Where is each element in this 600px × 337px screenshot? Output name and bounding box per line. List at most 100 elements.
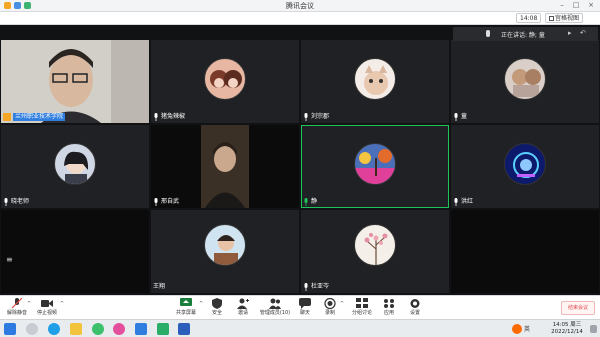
word-icon[interactable] [178, 323, 190, 335]
camera-feed [1, 40, 149, 123]
avatar [504, 143, 546, 185]
end-meeting-button[interactable]: 结束会议 [561, 301, 595, 315]
video-tile[interactable]: 晓老师 [1, 125, 149, 208]
participant-name-bar: 童 [453, 112, 467, 121]
meeting-controls: 解除静音 ^ 停止视频 ^ 共享屏幕 ^ 安全 邀请 管理成员(10) 聊天 录… [0, 295, 600, 319]
microphone-icon [154, 112, 158, 121]
microphone-icon [304, 112, 308, 121]
participant-name-bar: 洪红 [453, 197, 473, 206]
record-icon [324, 298, 336, 309]
participant-name-bar: 兰州职业技术学院 [3, 112, 66, 121]
title-bar: 腾讯会议 – □ × [0, 0, 600, 12]
video-tile[interactable]: 王翔 [151, 210, 299, 293]
meeting-duration: 14:08 [516, 13, 542, 23]
window-title: 腾讯会议 [286, 2, 314, 10]
participant-name: 猪兔辣椒 [161, 112, 186, 120]
video-tile[interactable]: 猪兔辣椒 [151, 40, 299, 123]
avatar [204, 58, 246, 100]
participant-name-bar: 邢自武 [153, 197, 179, 206]
microphone-icon [154, 197, 158, 206]
collapse-icon[interactable]: ▸ [568, 29, 572, 37]
participant-name-bar: 王翔 [153, 282, 165, 291]
wechat-icon[interactable] [157, 323, 169, 335]
menu-icon[interactable]: ≡ [6, 255, 13, 264]
invite-button[interactable]: 邀请 [228, 298, 258, 320]
start-icon[interactable] [4, 323, 16, 335]
participant-name: 邢自武 [161, 197, 180, 205]
notification-icon[interactable] [590, 325, 597, 333]
active-speaker-indicator: 正在讲话: 静; 童 ▸ ↶ [453, 27, 598, 41]
participant-name-bar: 刘宗郡 [303, 112, 329, 121]
avatar [354, 224, 396, 266]
manage-members-button[interactable]: 管理成员(10) [258, 298, 292, 320]
video-tile[interactable]: 兰州职业技术学院 [1, 40, 149, 123]
participant-name-bar: 晓老师 [3, 197, 29, 206]
microphone-icon [486, 30, 490, 37]
maximize-icon[interactable]: □ [570, 1, 582, 9]
settings-button[interactable]: 设置 [400, 298, 430, 320]
system-clock[interactable]: 14:05 周三 2022/12/14 [545, 322, 589, 336]
participant-name: 刘宗郡 [311, 112, 330, 120]
microphone-icon [4, 197, 8, 206]
avatar [354, 58, 396, 100]
minimize-icon[interactable]: – [556, 1, 568, 9]
avatar [504, 58, 546, 100]
chevron-up-icon[interactable]: ^ [340, 301, 344, 307]
share-screen-icon [180, 298, 192, 306]
media-icon[interactable] [113, 323, 125, 335]
close-icon[interactable]: × [585, 1, 597, 9]
folder-icon[interactable] [70, 323, 82, 335]
participant-name: 兰州职业技术学院 [13, 112, 66, 121]
back-icon[interactable]: ↶ [580, 29, 586, 37]
video-tile[interactable]: 邢自武 [151, 125, 299, 208]
participant-name: 静 [311, 197, 318, 205]
person-icon [3, 112, 11, 121]
participant-name-bar: 静 [303, 197, 317, 206]
video-tile[interactable]: 杜亚岑 [301, 210, 449, 293]
breakout-rooms-icon [356, 298, 368, 308]
participant-name: 童 [461, 112, 468, 120]
participant-name: 洪红 [461, 197, 474, 205]
avatar [354, 143, 396, 185]
chat-app-icon[interactable] [92, 323, 104, 335]
avatar [54, 143, 96, 185]
shield-icon [212, 298, 222, 309]
microphone-icon [304, 282, 308, 291]
video-tile-active-speaker[interactable]: 静 [301, 125, 449, 208]
apps-icon [384, 299, 394, 308]
gear-icon [410, 299, 420, 308]
members-icon [269, 298, 281, 309]
video-camera-icon [41, 300, 53, 307]
microphone-speaking-icon [304, 197, 308, 206]
participant-name: 晓老师 [11, 197, 30, 205]
avatar [204, 224, 246, 266]
empty-tile: ≡ [1, 210, 149, 293]
participant-name: 王翔 [153, 282, 166, 290]
video-tile[interactable]: 洪红 [451, 125, 599, 208]
chevron-up-icon[interactable]: ^ [27, 301, 31, 307]
chevron-up-icon[interactable]: ^ [60, 301, 64, 307]
chat-icon [299, 298, 311, 309]
stop-video-button[interactable]: 停止视频 [32, 298, 62, 320]
breakout-rooms-button[interactable]: 分组讨论 [347, 298, 377, 320]
edge-icon[interactable] [48, 323, 60, 335]
top-toolbar: 14:08 宫格视图 [0, 12, 600, 25]
camera-feed [201, 125, 249, 208]
view-mode-button[interactable]: 宫格视图 [545, 13, 584, 23]
video-tile[interactable]: 童 [451, 40, 599, 123]
participant-name: 杜亚岑 [311, 282, 330, 290]
add-person-icon [237, 298, 249, 309]
ime-language[interactable]: 英 [524, 324, 530, 333]
grid-icon [549, 16, 554, 21]
participant-name-bar: 猪兔辣椒 [153, 112, 185, 121]
search-icon[interactable] [26, 323, 38, 335]
tencent-meeting-icon[interactable] [135, 323, 147, 335]
microphone-muted-icon [11, 298, 23, 309]
microphone-icon [454, 197, 458, 206]
input-method-icon[interactable] [512, 324, 522, 334]
video-tile[interactable]: 刘宗郡 [301, 40, 449, 123]
speaker-text: 正在讲话: 静; 童 [501, 32, 545, 39]
microphone-icon [454, 112, 458, 121]
empty-tile [451, 210, 599, 293]
share-screen-button[interactable]: 共享屏幕 [171, 298, 201, 320]
